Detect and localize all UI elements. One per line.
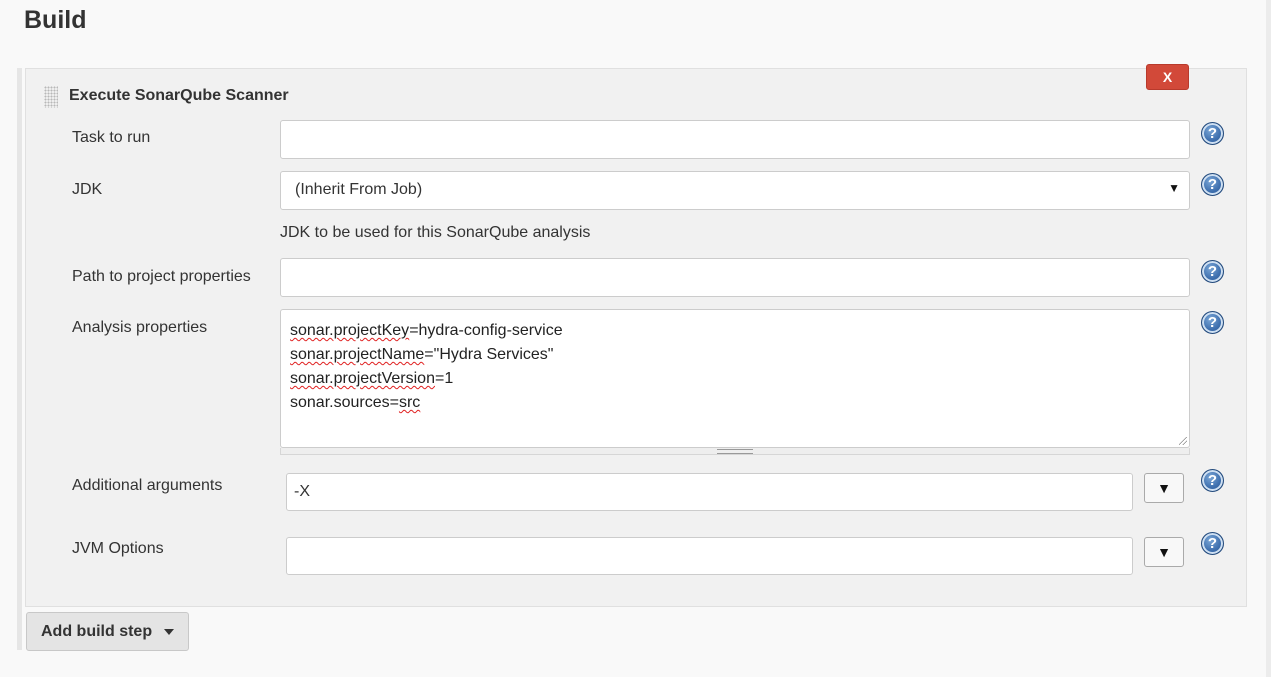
task-to-run-input[interactable]	[280, 120, 1190, 159]
chevron-down-icon: ▼	[1168, 181, 1180, 195]
section-title: Build	[24, 6, 87, 34]
jdk-hint: JDK to be used for this SonarQube analys…	[280, 224, 591, 241]
resize-corner-icon[interactable]	[1179, 437, 1187, 445]
analysis-properties-help-icon[interactable]: ?	[1201, 311, 1224, 334]
delete-step-button[interactable]: X	[1146, 64, 1189, 90]
section-left-bar	[17, 68, 22, 650]
jvm-options-input[interactable]	[286, 537, 1133, 575]
jdk-select[interactable]: (Inherit From Job) ▼	[280, 171, 1190, 210]
jvm-options-label: JVM Options	[72, 540, 164, 557]
expand-additional-arguments-button[interactable]: ▼	[1144, 473, 1184, 503]
caret-down-icon	[164, 628, 175, 635]
additional-arguments-help-icon[interactable]: ?	[1201, 469, 1224, 492]
task-to-run-label: Task to run	[72, 129, 151, 146]
build-step-title: Execute SonarQube Scanner	[69, 87, 289, 104]
jdk-help-icon[interactable]: ?	[1201, 173, 1224, 196]
additional-arguments-input[interactable]: -X	[286, 473, 1133, 511]
drag-handle-icon[interactable]	[44, 86, 58, 108]
analysis-property-line: sonar.sources=src	[290, 394, 421, 411]
analysis-property-line: sonar.projectName="Hydra Services"	[290, 346, 554, 363]
add-build-step-label: Add build step	[41, 622, 153, 640]
additional-arguments-label: Additional arguments	[72, 477, 223, 494]
jdk-label: JDK	[72, 181, 103, 198]
analysis-properties-textarea[interactable]: sonar.projectKey=hydra-config-service so…	[280, 309, 1190, 448]
jvm-options-help-icon[interactable]: ?	[1201, 532, 1224, 555]
grip-lines-icon	[717, 449, 753, 454]
project-properties-path-label: Path to project properties	[72, 268, 251, 285]
add-build-step-button[interactable]: Add build step	[26, 612, 189, 651]
analysis-property-line: sonar.projectKey=hydra-config-service	[290, 322, 563, 339]
project-properties-path-help-icon[interactable]: ?	[1201, 260, 1224, 283]
scrollbar-edge	[1266, 0, 1271, 677]
task-to-run-help-icon[interactable]: ?	[1201, 122, 1224, 145]
analysis-property-line: sonar.projectVersion=1	[290, 370, 454, 387]
analysis-properties-label: Analysis properties	[72, 319, 208, 336]
expand-jvm-options-button[interactable]: ▼	[1144, 537, 1184, 567]
jdk-select-value: (Inherit From Job)	[295, 181, 423, 198]
project-properties-path-input[interactable]	[280, 258, 1190, 297]
textarea-resize-grip[interactable]	[280, 448, 1190, 455]
